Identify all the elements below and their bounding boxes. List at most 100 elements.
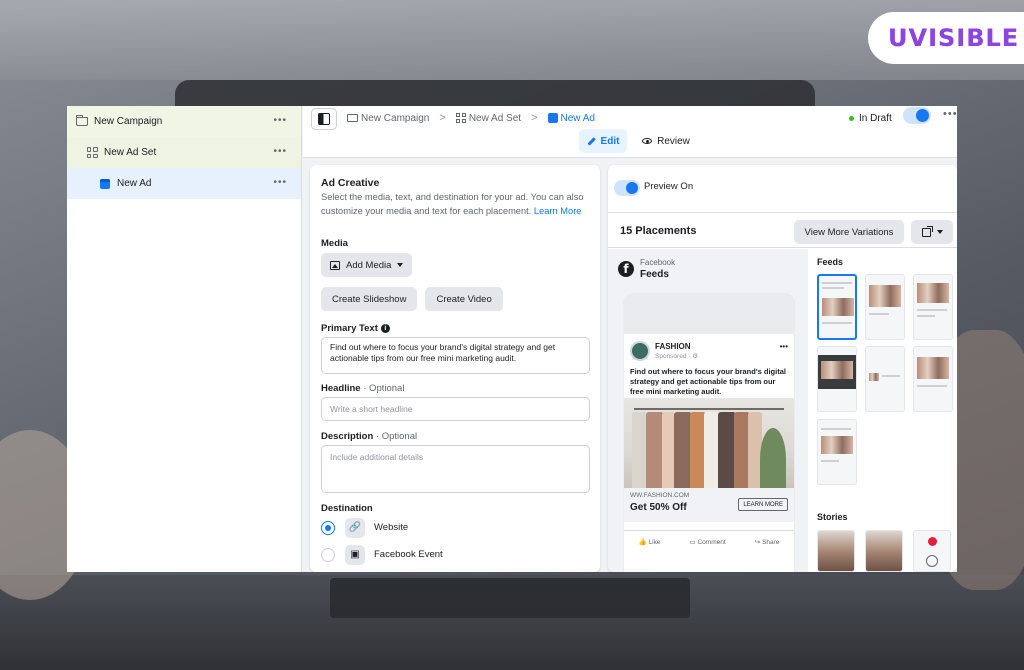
placement-name: Feeds	[640, 269, 669, 280]
status-dot-icon	[849, 115, 854, 121]
logo-text: UVISIBLE	[888, 24, 1020, 52]
image-icon	[330, 260, 340, 270]
thumbnail-video-feeds[interactable]	[817, 346, 857, 412]
destination-option-facebook-event[interactable]: ▣ Facebook Event	[321, 541, 590, 568]
breadcrumb-ad[interactable]: New Ad	[547, 112, 595, 124]
link-icon: 🔗	[345, 517, 365, 538]
ad-on-off-toggle[interactable]	[903, 107, 931, 124]
destination-label: Destination	[321, 503, 373, 514]
thumbnail-marketplace[interactable]	[913, 274, 953, 340]
draft-status: In Draft	[849, 109, 892, 127]
chevron-down-icon	[397, 263, 404, 267]
sidebar-item-label: New Ad	[117, 178, 152, 189]
create-slideshow-button[interactable]: Create Slideshow	[321, 287, 418, 311]
media-label: Media	[321, 238, 348, 249]
preview-toggle-row: Preview On	[608, 165, 957, 213]
phone-mockup: FASHION Sponsored · ⚙ ••• Find out where…	[623, 293, 795, 572]
more-options-icon[interactable]: •••	[273, 115, 287, 126]
option-label: Website	[374, 522, 409, 533]
button-label: Add Media	[346, 259, 392, 271]
post-cta-bar: WW.FASHION.COM Get 50% Off LEARN MORE	[624, 488, 794, 522]
pencil-icon	[586, 136, 596, 146]
label-text: Headline	[321, 383, 361, 394]
add-media-button[interactable]: Add Media	[321, 253, 413, 277]
headline-input[interactable]: Write a short headline	[321, 397, 590, 421]
learn-more-button[interactable]: LEARN MORE	[738, 498, 788, 511]
tab-edit[interactable]: Edit	[579, 129, 627, 153]
ad-creative-card: Ad Creative Select the media, text, and …	[310, 165, 600, 572]
preview-toggle-label: Preview On	[644, 181, 694, 192]
post-primary-text: Find out where to focus your brand's dig…	[630, 367, 786, 396]
more-options-icon[interactable]: •••	[943, 108, 957, 120]
breadcrumb-campaign[interactable]: New Campaign	[347, 113, 429, 124]
option-label: Facebook Event	[374, 549, 443, 560]
share-action[interactable]: ↪ Share	[755, 538, 780, 546]
like-action[interactable]: 👍 Like	[639, 538, 661, 546]
comment-action[interactable]: ▭ Comment	[690, 538, 726, 546]
thumbnail-explore[interactable]	[913, 346, 953, 412]
messenger-icon	[926, 555, 938, 567]
thumbnail-instagram-stories[interactable]	[865, 530, 903, 572]
eye-icon	[642, 138, 653, 144]
folder-icon	[347, 114, 358, 122]
post-more-icon: •••	[779, 342, 788, 351]
thumbnail-right-column[interactable]	[865, 346, 905, 412]
breadcrumb: New Campaign > New Ad Set > New Ad	[347, 109, 595, 127]
ad-post-preview[interactable]: FASHION Sponsored · ⚙ ••• Find out where…	[624, 334, 794, 572]
facebook-icon: f	[618, 261, 634, 277]
tab-review[interactable]: Review	[637, 129, 695, 153]
breadcrumb-label: New Ad	[560, 112, 595, 124]
sidebar-item-label: New Campaign	[94, 116, 163, 127]
view-more-variations-button[interactable]: View More Variations	[794, 220, 904, 244]
status-label: In Draft	[859, 112, 892, 124]
more-options-icon[interactable]: •••	[273, 177, 287, 188]
post-headline: Get 50% Off	[630, 502, 687, 513]
sidebar-item-ad[interactable]: New Ad •••	[67, 168, 301, 199]
placement-thumbnails: Feeds Stories	[810, 249, 957, 572]
preview-toggle[interactable]	[614, 180, 640, 196]
ad-preview-panel: Preview On 15 Placements View More Varia…	[608, 165, 957, 572]
section-description: Select the media, text, and destination …	[321, 190, 590, 218]
more-options-icon[interactable]: •••	[273, 146, 287, 157]
learn-more-link[interactable]: Learn More	[534, 206, 582, 216]
stories-section-title: Stories	[817, 512, 848, 522]
grid-icon	[85, 147, 99, 159]
placements-count: 15 Placements	[620, 225, 697, 237]
thumbnail-facebook-stories[interactable]	[817, 530, 855, 572]
calendar-icon: ▣	[345, 544, 365, 565]
destination-option-website[interactable]: 🔗 Website	[321, 514, 590, 541]
radio-selected[interactable]	[321, 520, 335, 535]
info-icon[interactable]: i	[380, 324, 390, 333]
ad-icon	[98, 178, 112, 190]
top-bar: New Campaign > New Ad Set > New Ad In Dr…	[303, 106, 957, 158]
thumbnail-messenger-stories[interactable]	[913, 530, 951, 572]
description-input[interactable]: Include additional details	[321, 445, 590, 493]
grid-icon	[455, 113, 466, 123]
sidebar-item-campaign[interactable]: New Campaign •••	[67, 106, 301, 137]
breadcrumb-ad-set[interactable]: New Ad Set	[455, 113, 521, 124]
feeds-section-title: Feeds	[817, 257, 844, 267]
headline-label: Headline · Optional	[321, 383, 590, 394]
sidebar-item-ad-set[interactable]: New Ad Set •••	[67, 137, 301, 168]
thumbnail-instagram-feed[interactable]	[865, 274, 905, 340]
breadcrumb-label: New Campaign	[361, 112, 430, 124]
tab-label: Review	[657, 135, 690, 147]
post-url: WW.FASHION.COM	[630, 492, 690, 499]
feed-preview-area: f Facebook Feeds FASHION Sponsored · ⚙ •…	[608, 249, 808, 572]
create-video-button[interactable]: Create Video	[425, 287, 503, 311]
radio-unselected[interactable]	[321, 547, 335, 562]
external-link-icon	[921, 225, 933, 237]
share-preview-button[interactable]	[911, 220, 953, 244]
thumbnail-search-results[interactable]	[817, 419, 857, 485]
label-text: Description	[321, 431, 374, 442]
optional-text: · Optional	[373, 431, 418, 442]
folder-icon	[75, 115, 89, 128]
post-brand-name: FASHION	[655, 342, 691, 351]
avatar	[630, 341, 650, 361]
description-label: Description · Optional	[321, 431, 590, 442]
sidebar-toggle-button[interactable]	[311, 108, 337, 130]
placements-bar: 15 Placements View More Variations	[608, 214, 957, 248]
placement-source: Facebook	[640, 258, 676, 267]
primary-text-field[interactable]: Find out where to focus your brand's dig…	[321, 337, 590, 374]
thumbnail-facebook-feed[interactable]	[817, 274, 857, 340]
